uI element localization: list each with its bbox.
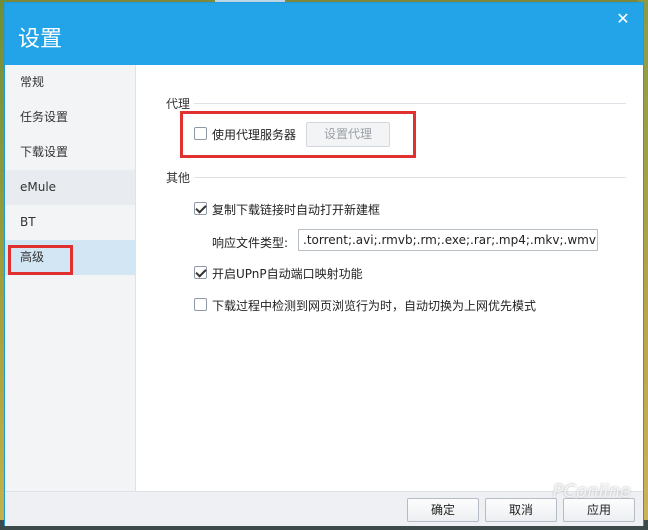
ok-button[interactable]: 确定	[407, 498, 479, 522]
sidebar-item-download-settings[interactable]: 下载设置	[5, 135, 135, 170]
other-section-divider	[194, 177, 626, 178]
highlight-box-advanced	[8, 245, 73, 275]
copy-link-auto-open-checkbox[interactable]	[194, 202, 207, 215]
browser-detect-label: 下载过程中检测到网页浏览行为时，自动切换为上网优先模式	[212, 299, 537, 313]
proxy-section-label: 代理	[166, 97, 191, 111]
settings-dialog: 设置 ✕ 常规 任务设置 下载设置 eMule BT 高级 代理 使用代理服务器…	[4, 2, 644, 526]
pconline-watermark: PConline	[552, 481, 631, 502]
file-types-input[interactable]: .torrent;.avi;.rmvb;.rm;.exe;.rar;.mp4;.…	[298, 229, 598, 251]
file-types-label: 响应文件类型:	[212, 236, 289, 250]
sidebar-item-emule[interactable]: eMule	[5, 170, 135, 205]
dialog-footer: 确定 取消 应用	[5, 491, 643, 526]
upnp-checkbox[interactable]	[194, 266, 207, 279]
copy-link-auto-open-label: 复制下载链接时自动打开新建框	[212, 203, 381, 217]
other-section-label: 其他	[166, 171, 191, 185]
sidebar-item-bt[interactable]: BT	[5, 205, 135, 240]
settings-sidebar: 常规 任务设置 下载设置 eMule BT 高级	[5, 65, 136, 491]
sidebar-item-task-settings[interactable]: 任务设置	[5, 100, 135, 135]
upnp-label: 开启UPnP自动端口映射功能	[212, 267, 363, 281]
title-bar: 设置 ✕	[5, 3, 643, 65]
proxy-section-divider	[194, 103, 626, 104]
close-icon[interactable]: ✕	[611, 9, 635, 29]
sidebar-item-general[interactable]: 常规	[5, 65, 135, 100]
highlight-box-proxy	[180, 111, 416, 158]
dialog-title: 设置	[18, 27, 63, 52]
advanced-settings-panel: 代理 使用代理服务器 设置代理 其他 复制下载链接时自动打开新建框 响应文件类型…	[136, 65, 641, 491]
browser-detect-checkbox[interactable]	[194, 298, 207, 311]
cancel-button[interactable]: 取消	[485, 498, 557, 522]
